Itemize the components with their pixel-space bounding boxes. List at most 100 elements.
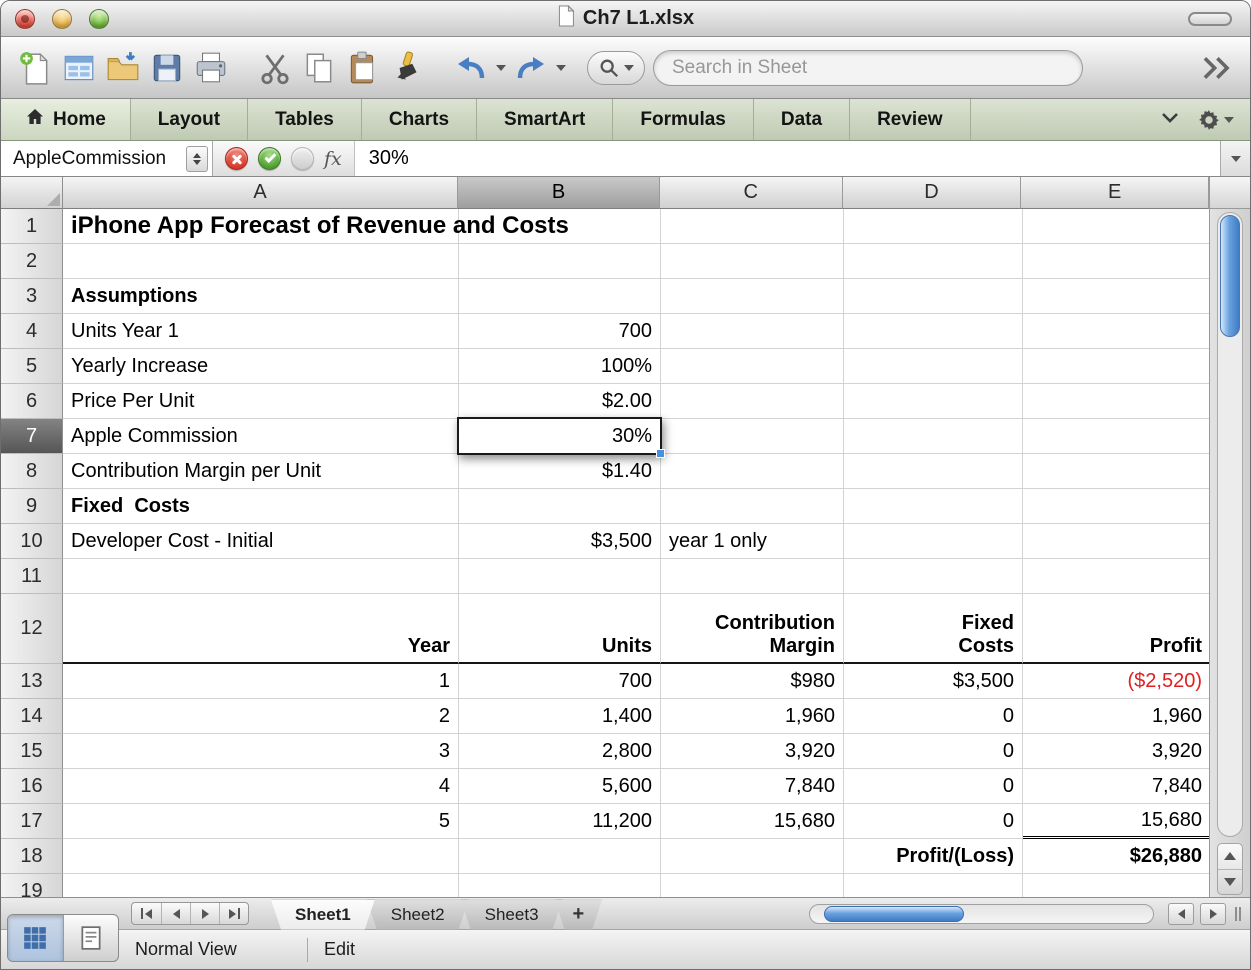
first-sheet-button[interactable] [132,903,161,924]
toolbar-toggle-button[interactable] [1188,11,1232,26]
cell-C7[interactable] [661,419,844,454]
cell-C13[interactable]: $980 [661,664,844,699]
new-document-button[interactable] [13,46,57,90]
cell-C19[interactable] [661,874,844,897]
row-header-5[interactable]: 5 [1,349,63,384]
cell-D8[interactable] [844,454,1023,489]
close-button[interactable] [15,8,35,29]
cell-B9[interactable] [459,489,661,524]
cell-B6[interactable]: $2.00 [459,384,661,419]
undo-button[interactable] [449,46,493,90]
tab-formulas[interactable]: Formulas [613,99,754,140]
tab-data[interactable]: Data [754,99,851,140]
cell-B5[interactable]: 100% [459,349,661,384]
cell-B14[interactable]: 1,400 [459,699,661,734]
scroll-right-button[interactable] [1200,902,1226,925]
cell-A4[interactable]: Units Year 1 [63,314,459,349]
row-header-3[interactable]: 3 [1,279,63,314]
row-header-13[interactable]: 13 [1,664,63,699]
cell-A9[interactable]: Fixed Costs [63,489,459,524]
column-header-A[interactable]: A [62,177,459,209]
paste-button[interactable] [341,46,385,90]
toolbar-overflow-button[interactable] [1194,46,1238,90]
cell-D17[interactable]: 0 [844,804,1023,839]
ribbon-collapse-button[interactable] [1160,111,1180,129]
cut-button[interactable] [253,46,297,90]
cell-C6[interactable] [661,384,844,419]
cell-E5[interactable] [1023,349,1209,384]
horizontal-scroll-track[interactable] [809,903,1154,924]
cell-B10[interactable]: $3,500 [459,524,661,559]
cell-D4[interactable] [844,314,1023,349]
minimize-button[interactable] [52,8,72,29]
open-button[interactable] [101,46,145,90]
row-header-14[interactable]: 14 [1,699,63,734]
cell-E1[interactable] [1023,209,1209,244]
row-header-12[interactable]: 12 [1,594,63,664]
cell-A12[interactable]: Year [63,594,459,664]
cell-E17[interactable]: 15,680 [1023,804,1209,839]
vertical-scroll-thumb[interactable] [1220,215,1240,337]
cell-C1[interactable] [661,209,844,244]
row-header-15[interactable]: 15 [1,734,63,769]
cell-A11[interactable] [63,559,459,594]
cell-D1[interactable] [844,209,1023,244]
cell-D3[interactable] [844,279,1023,314]
print-button[interactable] [189,46,233,90]
copy-button[interactable] [297,46,341,90]
last-sheet-button[interactable] [219,903,248,924]
cell-E12[interactable]: Profit [1023,594,1209,664]
cell-E15[interactable]: 3,920 [1023,734,1209,769]
selected-cell-B7[interactable]: 30% [457,417,665,458]
cell-A10[interactable]: Developer Cost - Initial [63,524,459,559]
column-header-E[interactable]: E [1021,177,1209,209]
cell-D10[interactable] [844,524,1023,559]
cell-B8[interactable]: $1.40 [459,454,661,489]
name-box-stepper[interactable] [186,145,208,172]
row-header-16[interactable]: 16 [1,769,63,804]
cell-E14[interactable]: 1,960 [1023,699,1209,734]
cell-E8[interactable] [1023,454,1209,489]
undo-dropdown[interactable] [493,46,509,90]
cell-B11[interactable] [459,559,661,594]
cell-C14[interactable]: 1,960 [661,699,844,734]
cell-B13[interactable]: 700 [459,664,661,699]
tab-layout[interactable]: Layout [131,99,249,140]
cell-C16[interactable]: 7,840 [661,769,844,804]
cell-A19[interactable] [63,874,459,897]
cell-D16[interactable]: 0 [844,769,1023,804]
cell-D9[interactable] [844,489,1023,524]
cell-C11[interactable] [661,559,844,594]
row-header-4[interactable]: 4 [1,314,63,349]
cell-B18[interactable] [459,839,661,874]
tab-tables[interactable]: Tables [248,99,362,140]
redo-dropdown[interactable] [553,46,569,90]
name-box[interactable]: AppleCommission [1,141,213,176]
row-header-6[interactable]: 6 [1,384,63,419]
row-header-7[interactable]: 7 [1,419,63,454]
cell-A5[interactable]: Yearly Increase [63,349,459,384]
row-header-2[interactable]: 2 [1,244,63,279]
cell-E18[interactable]: $26,880 [1023,839,1209,874]
accept-button[interactable] [258,147,281,170]
ribbon-settings-button[interactable] [1198,109,1234,131]
normal-view-button[interactable] [8,915,63,961]
cell-B19[interactable] [459,874,661,897]
pane-split-handle[interactable] [1232,903,1244,925]
cell-D11[interactable] [844,559,1023,594]
search-input[interactable] [653,49,1083,86]
tab-review[interactable]: Review [850,99,971,140]
cell-E2[interactable] [1023,244,1209,279]
cell-B15[interactable]: 2,800 [459,734,661,769]
row-header-1[interactable]: 1 [1,209,63,244]
row-header-19[interactable]: 19 [1,874,63,897]
fx-button[interactable]: fx [324,148,342,170]
cell-D13[interactable]: $3,500 [844,664,1023,699]
cell-A8[interactable]: Contribution Margin per Unit [63,454,459,489]
cell-C18[interactable] [661,839,844,874]
cell-E6[interactable] [1023,384,1209,419]
cell-C10[interactable]: year 1 only [661,524,844,559]
cell-C15[interactable]: 3,920 [661,734,844,769]
cell-A7[interactable]: Apple Commission [63,419,459,454]
cell-E19[interactable] [1023,874,1209,897]
